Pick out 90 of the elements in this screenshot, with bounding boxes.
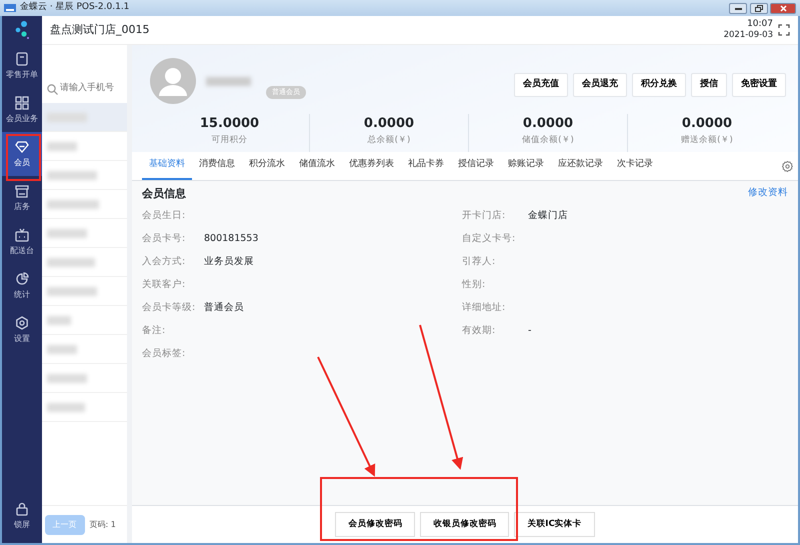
page-number: 页码: 1 xyxy=(90,518,116,530)
redacted-text xyxy=(47,228,87,238)
lock-icon xyxy=(15,502,29,516)
field-value: 800181553 xyxy=(204,232,258,246)
restore-icon xyxy=(754,4,762,12)
highlight-box xyxy=(6,134,41,181)
action-button[interactable]: 授信 xyxy=(691,73,727,96)
pie-chart-icon xyxy=(15,272,29,286)
tab[interactable]: 优惠券列表 xyxy=(342,152,401,180)
field-label: 性别: xyxy=(462,278,486,292)
field-value: 业务员发展 xyxy=(204,255,254,270)
search-icon xyxy=(47,84,58,94)
settings-icon[interactable] xyxy=(782,160,793,172)
app-logo-icon xyxy=(14,21,30,39)
minimize-button[interactable] xyxy=(729,2,747,14)
redacted-text xyxy=(47,142,77,150)
avatar-silhouette xyxy=(150,58,196,104)
field-value: - xyxy=(528,324,532,338)
field-label: 引荐人: xyxy=(462,255,496,270)
redacted-name xyxy=(206,77,251,86)
window-title: 金蝶云 · 星辰 POS-2.0.1.1 xyxy=(20,1,130,14)
tab[interactable]: 基础资料 xyxy=(142,152,192,180)
redacted-text xyxy=(47,170,97,180)
close-button[interactable] xyxy=(770,2,796,14)
close-icon xyxy=(780,4,786,12)
redacted-text xyxy=(47,258,95,266)
field-label: 会员标签: xyxy=(142,347,186,362)
field-label: 入会方式: xyxy=(142,255,186,270)
field-label: 关联客户: xyxy=(142,278,186,292)
grid-icon xyxy=(15,96,29,110)
stat-label: 储值余额(￥) xyxy=(521,134,575,146)
box-icon xyxy=(15,228,29,242)
restore-button[interactable] xyxy=(750,2,768,14)
field-label: 自定义卡号: xyxy=(462,232,516,246)
nav-item[interactable]: 店务 xyxy=(2,176,42,220)
tab[interactable]: 消费信息 xyxy=(192,152,242,180)
footer-button[interactable]: 关联IC实体卡 xyxy=(514,512,595,537)
stat-label: 总余额(￥) xyxy=(366,134,412,146)
action-button[interactable]: 积分兑换 xyxy=(632,73,686,96)
tab[interactable]: 礼品卡券 xyxy=(401,152,451,180)
minimize-icon xyxy=(734,6,742,10)
stat-value: 0.0000 xyxy=(362,115,416,133)
field-label: 有效期: xyxy=(462,324,496,338)
edit-profile-link[interactable]: 修改资料 xyxy=(748,186,788,202)
nav-item[interactable]: 统计 xyxy=(2,264,42,308)
field-value: 金蝶门店 xyxy=(528,209,568,224)
redacted-text xyxy=(47,316,71,324)
tab[interactable]: 授信记录 xyxy=(451,152,501,180)
tab[interactable]: 积分流水 xyxy=(242,152,292,180)
redacted-text xyxy=(47,286,97,296)
field-label: 备注: xyxy=(142,324,166,338)
stat-value: 15.0000 xyxy=(198,115,260,133)
footer-button[interactable]: 收银员修改密码 xyxy=(420,512,510,537)
nav-item[interactable]: 配送台 xyxy=(2,220,42,264)
footer-button[interactable]: 会员修改密码 xyxy=(335,512,416,537)
clock-time: 10:07 xyxy=(746,18,773,30)
field-label: 详细地址: xyxy=(462,301,506,316)
stat-value: 0.0000 xyxy=(522,115,574,133)
tab[interactable]: 赊账记录 xyxy=(501,152,551,180)
action-button[interactable]: 免密设置 xyxy=(732,73,786,96)
nav-item[interactable]: 零售开单 xyxy=(2,44,42,88)
redacted-text xyxy=(47,344,77,354)
field-label: 开卡门店: xyxy=(462,209,506,224)
nav-item[interactable]: 设置 xyxy=(2,308,42,352)
fullscreen-icon[interactable] xyxy=(778,24,790,36)
redacted-text xyxy=(47,200,99,208)
clock-date: 2021-09-03 xyxy=(724,30,773,42)
receipt-icon xyxy=(15,52,29,66)
tab[interactable]: 储值流水 xyxy=(292,152,342,180)
field-value: 普通会员 xyxy=(204,301,244,316)
field-label: 会员生日: xyxy=(142,209,186,224)
section-title: 会员信息 xyxy=(142,186,186,202)
nav-item[interactable]: 锁屏 xyxy=(2,494,42,538)
stat-label: 赠送余额(￥) xyxy=(680,134,734,146)
field-label: 会员卡等级: xyxy=(142,301,196,316)
action-button[interactable]: 会员充值 xyxy=(514,73,568,96)
store-icon xyxy=(15,184,29,198)
tab[interactable]: 次卡记录 xyxy=(610,152,660,180)
store-name: 盘点测试门店_0015 xyxy=(50,22,150,38)
app-logo-icon xyxy=(4,3,16,13)
redacted-text xyxy=(47,374,87,382)
stat-value: 0.0000 xyxy=(680,115,734,133)
redacted-text xyxy=(47,402,85,412)
diamond-icon xyxy=(15,140,29,154)
tab[interactable]: 应还款记录 xyxy=(551,152,610,180)
stat-label: 可用积分 xyxy=(210,134,248,146)
action-button[interactable]: 会员退充 xyxy=(573,73,627,96)
settings-icon xyxy=(15,316,29,330)
nav-item[interactable]: 会员业务 xyxy=(2,88,42,132)
field-label: 会员卡号: xyxy=(142,232,186,246)
